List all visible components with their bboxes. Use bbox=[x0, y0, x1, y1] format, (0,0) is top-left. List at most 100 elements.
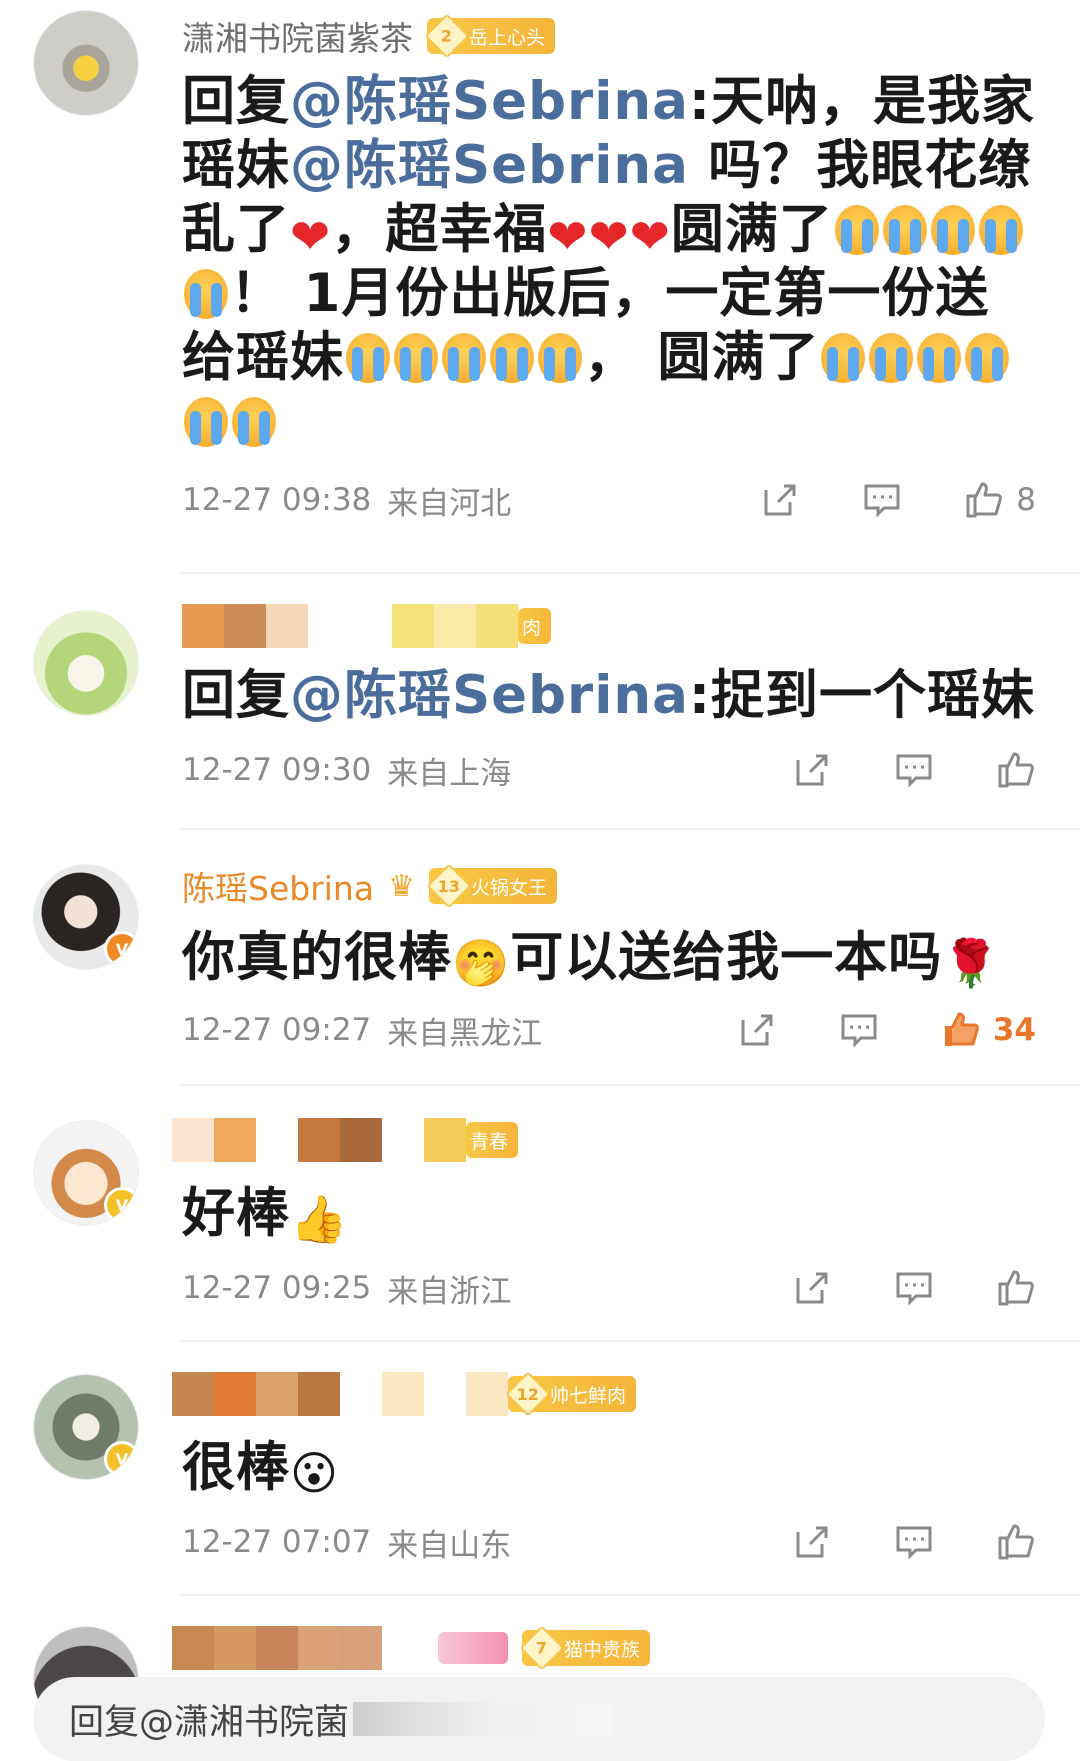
badge-level-icon: 7 bbox=[519, 1625, 565, 1671]
badge-text: 肉 bbox=[522, 616, 542, 639]
emoji-icon: 🌹 bbox=[942, 936, 1001, 990]
fan-badge: 7 猫中贵族 bbox=[519, 1625, 651, 1671]
crown-icon: ♛ bbox=[388, 868, 415, 904]
comment-meta: 12-27 09:38 来自河北 8 bbox=[182, 460, 1040, 540]
comment-meta: 12-27 09:30 来自上海 bbox=[182, 730, 1040, 810]
comment-actions bbox=[792, 750, 1040, 790]
thumbs-up-filled-icon bbox=[944, 1012, 979, 1046]
share-icon bbox=[796, 1272, 828, 1304]
comment-text: 回复@陈瑶Sebrina:天呐，是我家瑶妹@陈瑶Sebrina 吗？我眼花缭乱了… bbox=[182, 70, 1040, 454]
fan-badge: 肉 bbox=[518, 608, 552, 644]
like-button[interactable] bbox=[996, 1522, 1036, 1562]
username[interactable]: 陈瑶Sebrina bbox=[182, 862, 374, 910]
divider bbox=[180, 1594, 1080, 1596]
comment-header: 陈瑶Sebrina ♛ 13 火锅女王 bbox=[182, 858, 1040, 914]
reply-input[interactable]: 回复@潇湘书院菌 bbox=[33, 1677, 1045, 1761]
blurred-text bbox=[353, 1702, 614, 1736]
fan-badge: 13 火锅女王 bbox=[426, 863, 557, 909]
badge-text: 火锅女王 bbox=[470, 876, 547, 899]
comment-location: 来自浙江 bbox=[387, 1273, 512, 1310]
share-button[interactable] bbox=[792, 1522, 832, 1562]
text-run: 你真的很棒 bbox=[182, 927, 452, 988]
comment-item-partial: 7 猫中贵族 bbox=[0, 1620, 1080, 1732]
fan-badge: 2 岳上心头 bbox=[424, 13, 556, 59]
comment-header: 肉 bbox=[182, 598, 1040, 654]
heart-icon: ❤ bbox=[547, 209, 589, 265]
crying-face-icon bbox=[184, 397, 228, 447]
crying-face-icon bbox=[869, 333, 914, 383]
mention-link[interactable]: @陈瑶Sebrina bbox=[290, 135, 689, 196]
comment-location: 来自河北 bbox=[387, 485, 512, 522]
crying-face-icon bbox=[821, 333, 866, 383]
comment-location: 来自上海 bbox=[387, 755, 512, 792]
share-button[interactable] bbox=[760, 480, 800, 520]
crying-face-icon bbox=[978, 205, 1023, 255]
comment-time: 12-27 09:25 bbox=[182, 1270, 372, 1306]
comment-header: 青春 bbox=[172, 1112, 1040, 1168]
comment-time: 12-27 07:07 bbox=[182, 1524, 372, 1560]
text-run: 圆满了 bbox=[670, 199, 833, 260]
share-icon bbox=[796, 754, 828, 786]
like-button[interactable]: 8 bbox=[964, 480, 1036, 520]
badge-text: 青春 bbox=[470, 1130, 509, 1153]
share-icon bbox=[796, 1526, 828, 1558]
comment-header: 7 猫中贵族 bbox=[172, 1620, 1040, 1676]
comment-icon bbox=[896, 1526, 932, 1560]
crying-face-icon bbox=[882, 205, 927, 255]
comment-actions bbox=[792, 1268, 1040, 1308]
avatar[interactable]: V bbox=[33, 1374, 139, 1480]
comment-time: 12-27 09:30 bbox=[182, 752, 372, 788]
avatar[interactable] bbox=[33, 10, 139, 116]
emoji-icon: 👍 bbox=[290, 1192, 349, 1246]
badge-level-icon: 2 bbox=[424, 13, 470, 59]
thumbs-up-icon bbox=[966, 482, 1003, 518]
emoji-icon: 🤭 bbox=[452, 936, 511, 990]
fan-badge: 12 帅七鲜肉 bbox=[505, 1371, 637, 1417]
comment-text: 好棒👍 bbox=[182, 1182, 1040, 1246]
crying-face-icon bbox=[965, 333, 1010, 383]
comment-button[interactable] bbox=[894, 1522, 934, 1562]
blurred-username bbox=[172, 1626, 424, 1670]
avatar[interactable] bbox=[33, 610, 139, 716]
divider bbox=[180, 1340, 1080, 1342]
comment-button[interactable] bbox=[839, 1010, 879, 1050]
mention-link[interactable]: @陈瑶Sebrina bbox=[290, 71, 689, 132]
like-button[interactable] bbox=[996, 1268, 1036, 1308]
crying-face-icon bbox=[490, 333, 534, 383]
heart-icon: ❤ bbox=[290, 209, 332, 265]
text-run: 回复 bbox=[182, 71, 290, 132]
comment-header: 12 帅七鲜肉 bbox=[172, 1366, 1040, 1422]
like-button[interactable] bbox=[996, 750, 1036, 790]
comment-icon bbox=[896, 754, 932, 788]
mention-link[interactable]: @陈瑶Sebrina bbox=[290, 665, 689, 726]
thumbs-up-icon bbox=[998, 1270, 1034, 1306]
comment-button[interactable] bbox=[894, 750, 934, 790]
verified-icon: V bbox=[104, 1441, 138, 1477]
blurred-username bbox=[172, 1372, 508, 1416]
comment-button[interactable] bbox=[862, 480, 902, 520]
text-run: 可以送给我一本吗 bbox=[510, 927, 943, 988]
comment-actions: 8 bbox=[760, 480, 1040, 520]
avatar[interactable]: V bbox=[33, 864, 139, 970]
badge-text: 猫中贵族 bbox=[564, 1638, 641, 1661]
comment-button[interactable] bbox=[894, 1268, 934, 1308]
share-button[interactable] bbox=[737, 1010, 777, 1050]
text-run: 很棒 bbox=[182, 1437, 290, 1498]
comment-actions bbox=[792, 1522, 1040, 1562]
crying-face-icon bbox=[834, 205, 879, 255]
emoji-icon: 😮 bbox=[290, 1446, 339, 1500]
comment-meta: 12-27 09:25 来自浙江 bbox=[182, 1248, 1040, 1328]
comment-location: 来自黑龙江 bbox=[387, 1015, 543, 1052]
share-button[interactable] bbox=[792, 1268, 832, 1308]
text-run: ， 圆满了 bbox=[584, 327, 820, 388]
like-button[interactable]: 34 bbox=[941, 1010, 1036, 1050]
fan-badge: 青春 bbox=[466, 1122, 519, 1158]
share-button[interactable] bbox=[792, 750, 832, 790]
badge-text: 岳上心头 bbox=[469, 26, 546, 49]
avatar[interactable]: V bbox=[33, 1120, 139, 1226]
comment-header: 潇湘书院菌紫茶 2 岳上心头 bbox=[182, 8, 1040, 64]
heart-icon: ❤ bbox=[629, 209, 671, 265]
username[interactable]: 潇湘书院菌紫茶 bbox=[182, 12, 413, 60]
comment-time: 12-27 09:27 bbox=[182, 1012, 372, 1048]
thumbs-up-icon bbox=[998, 1524, 1034, 1560]
